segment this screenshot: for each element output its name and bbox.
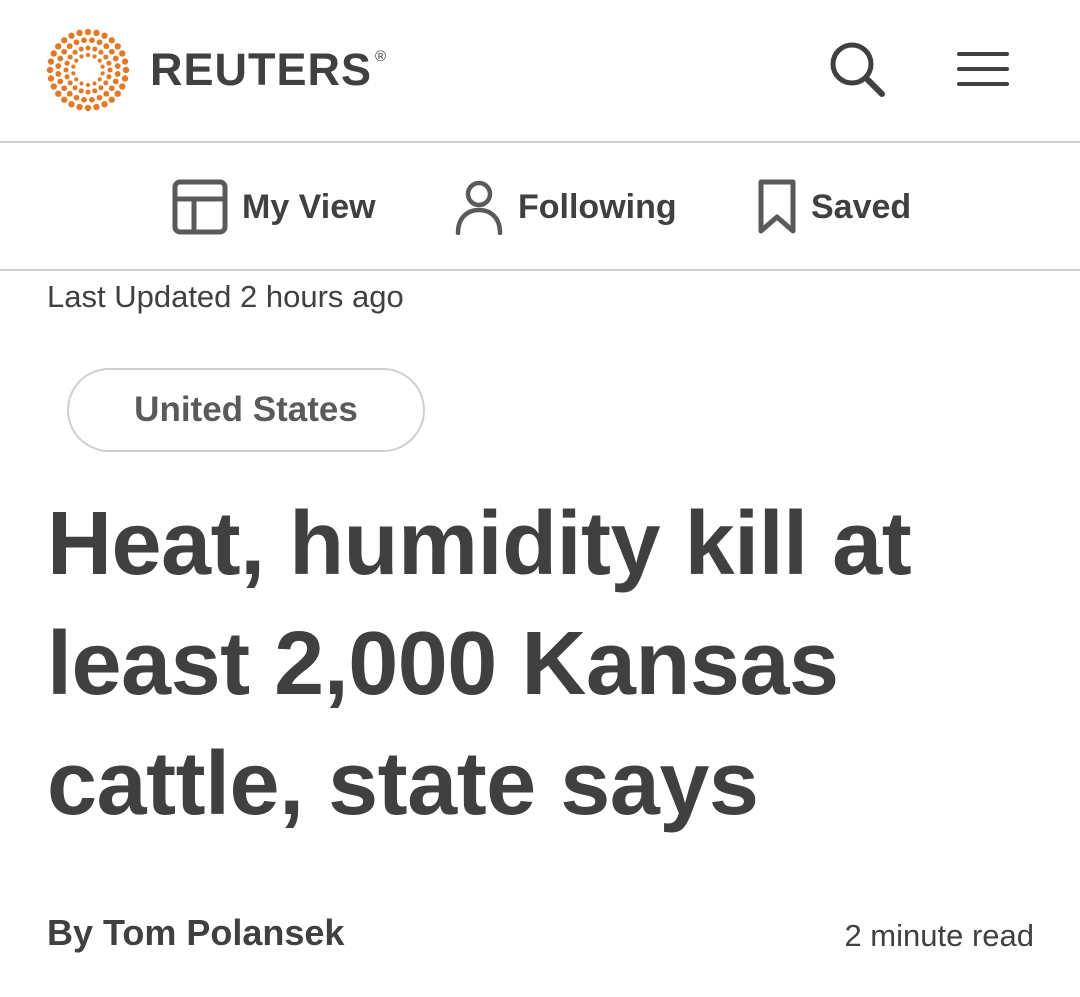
nav-my-view[interactable]: My View [172,177,376,237]
author-link[interactable]: Tom Polansek [103,912,344,953]
search-button[interactable] [824,36,890,102]
menu-button[interactable] [952,42,1014,96]
nav-following-label: Following [518,187,677,226]
read-time: 2 minute read [844,918,1034,953]
last-updated-timestamp: Last Updated 2 hours ago [47,279,404,314]
nav-my-view-label: My View [242,187,376,226]
byline-prefix: By [47,912,94,953]
bookmark-icon [758,179,796,234]
nav-saved-label: Saved [811,187,912,226]
brand-wordmark: REUTERS ® [150,44,387,96]
layout-icon [172,179,228,235]
reuters-logo[interactable]: REUTERS ® [44,28,387,112]
person-icon [455,180,503,235]
sub-navigation: My View Following Saved [0,143,1080,271]
byline: By Tom Polansek [47,912,344,954]
search-icon [830,42,885,97]
registered-mark: ® [375,48,388,65]
nav-following[interactable]: Following [454,177,677,237]
brand-name: REUTERS [150,44,373,95]
hamburger-menu-icon [957,52,1009,86]
section-tag-button[interactable]: United States [67,368,425,452]
nav-saved[interactable]: Saved [757,177,911,237]
article-headline: Heat, humidity kill at least 2,000 Kansa… [47,494,912,834]
top-header: REUTERS ® [0,0,1080,143]
reuters-dot-logo-icon [46,28,130,112]
